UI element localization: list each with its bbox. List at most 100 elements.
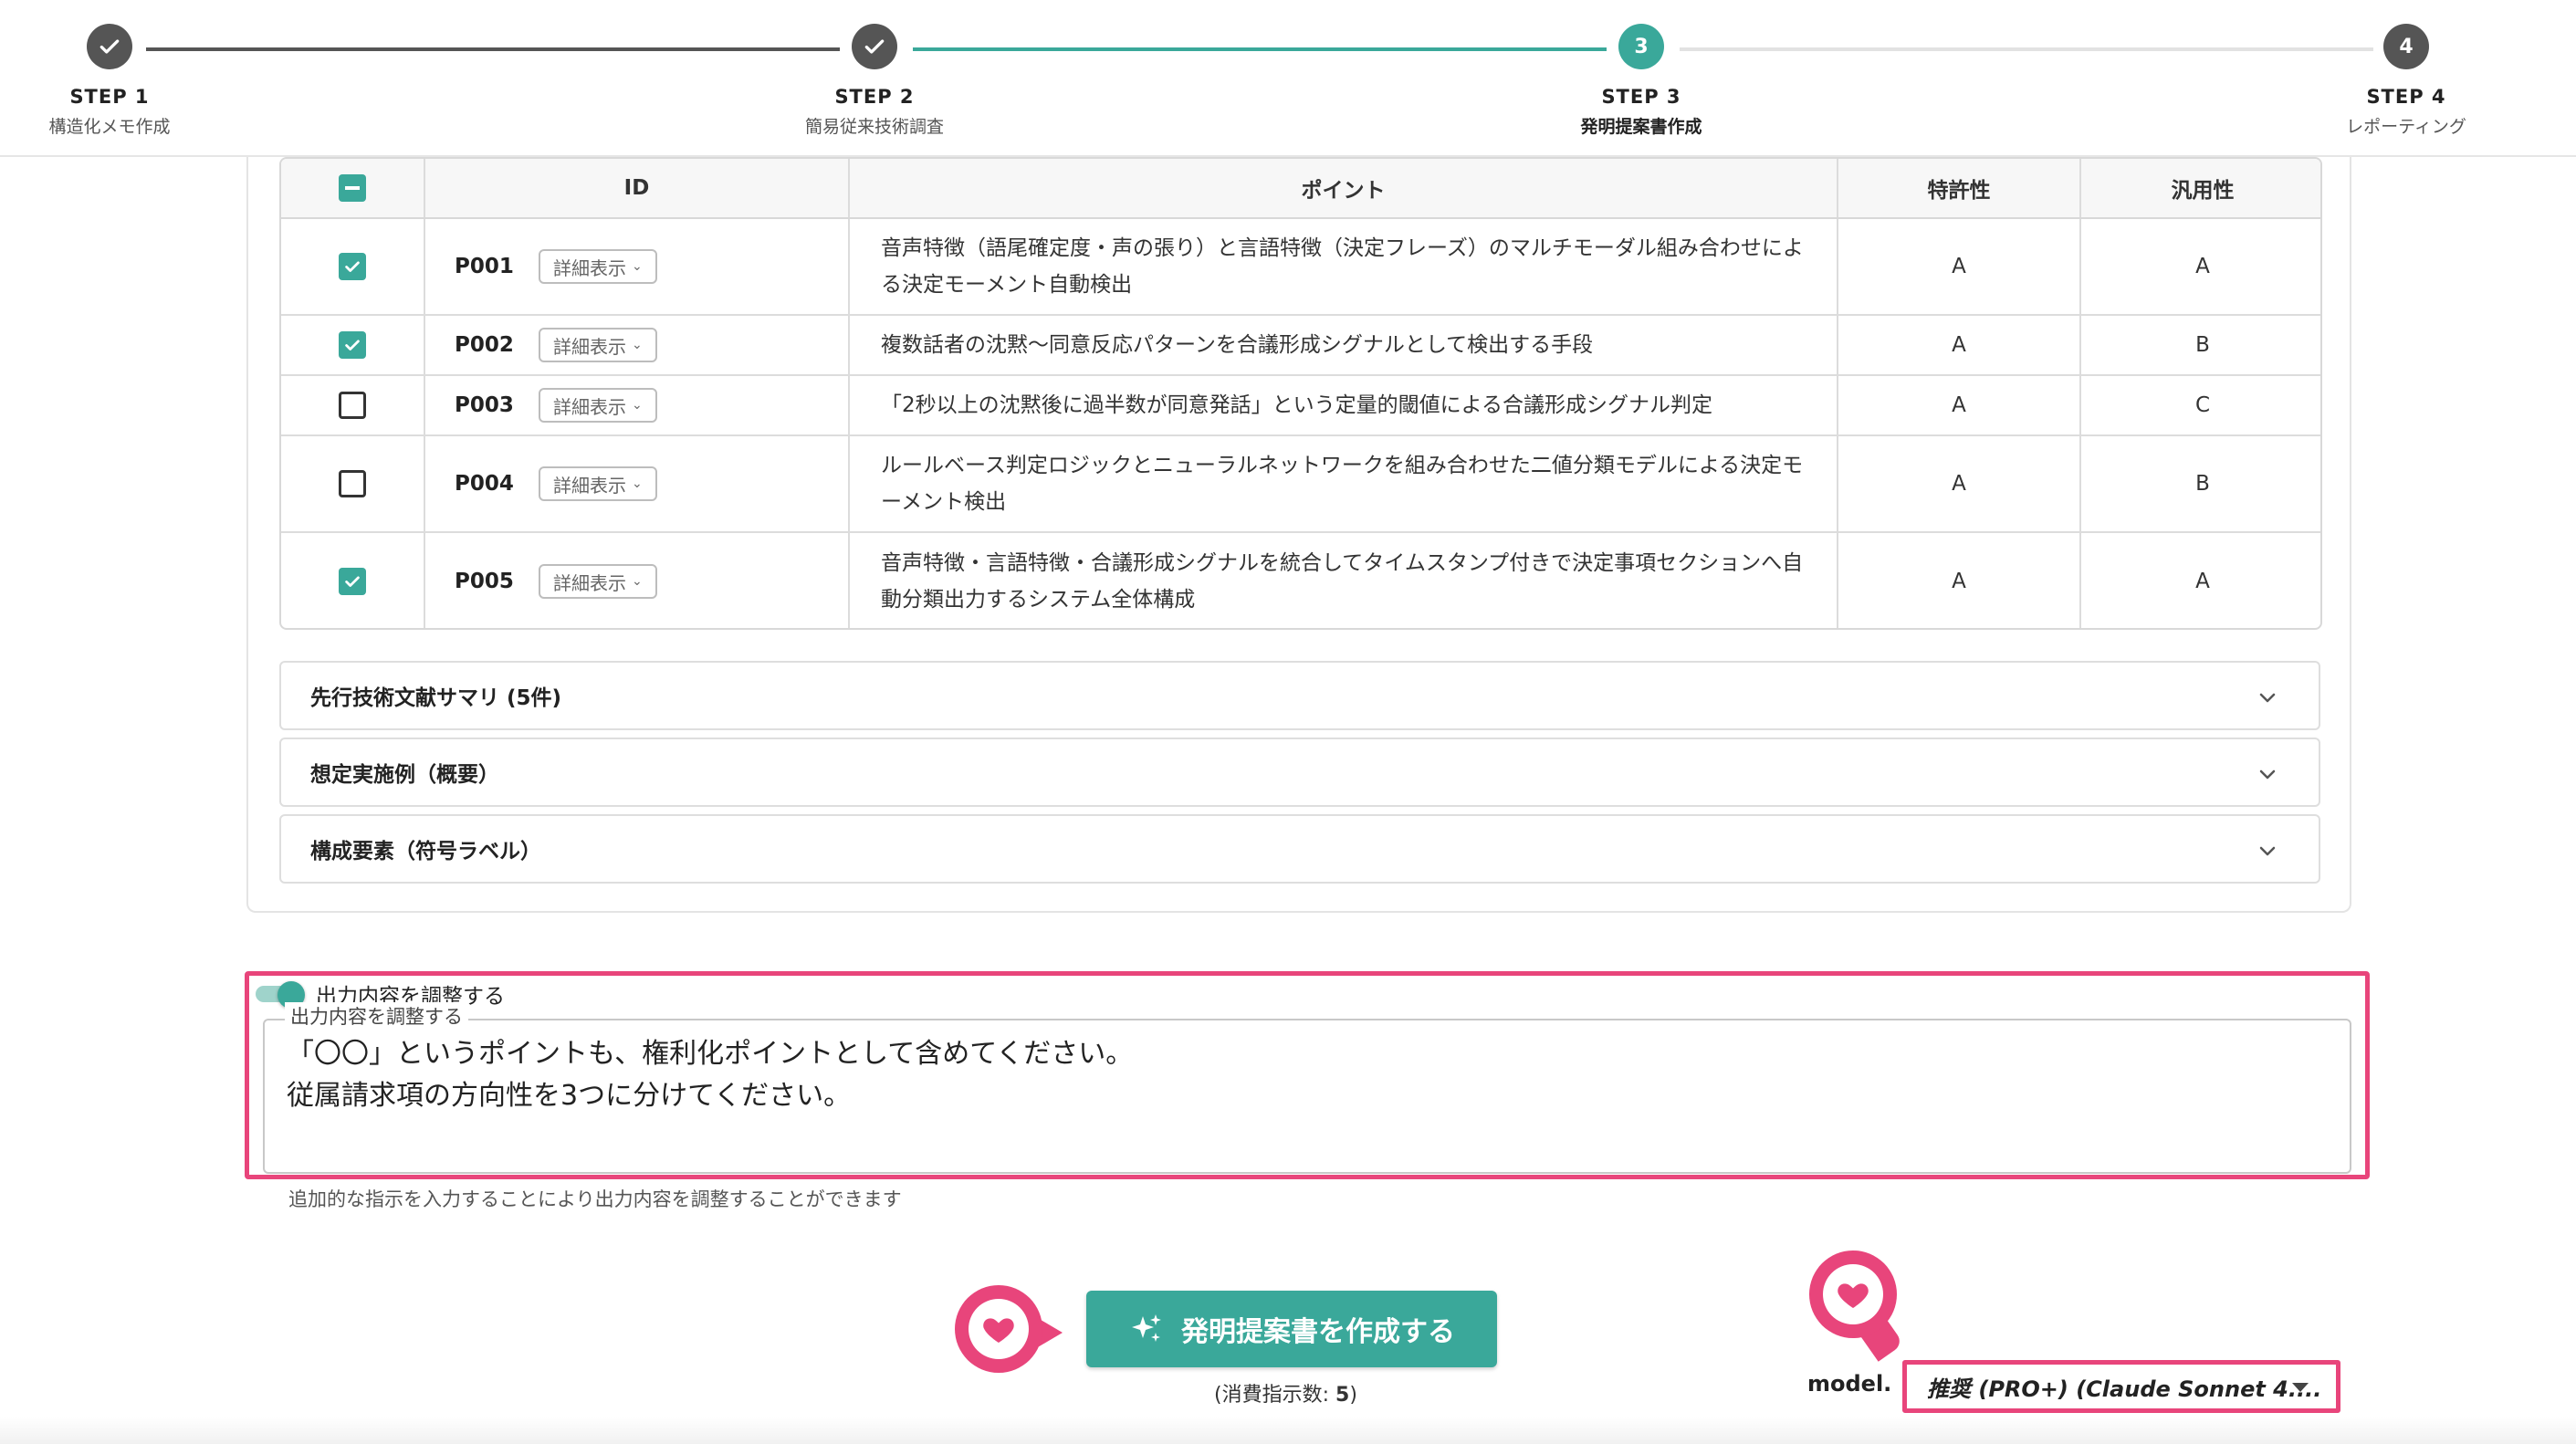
detail-button[interactable]: 詳細表示 ⌄: [539, 466, 657, 501]
points-table: ID ポイント 特許性 汎用性 P001 詳細表示 ⌄ 音声特徴（語尾確定度・声の…: [279, 157, 2322, 630]
generality-cell: B: [2081, 316, 2320, 374]
textarea-label: 出力内容を調整する: [285, 1002, 468, 1030]
point-text: 「2秒以上の沈黙後に過半数が同意発話」という定量的閾値による合議形成シグナル判定: [881, 393, 1712, 417]
point-cell: 「2秒以上の沈黙後に過半数が同意発話」という定量的閾値による合議形成シグナル判定: [850, 376, 1838, 434]
row-select-cell: [281, 376, 425, 434]
accordion-prior-art[interactable]: 先行技術文献サマリ (5件): [279, 661, 2320, 730]
stepper: STEP 1 構造化メモ作成 STEP 2 簡易従来技術調査 3 STEP 3 …: [0, 0, 2576, 157]
header-patentability: 特許性: [1838, 159, 2081, 217]
table-header: ID ポイント 特許性 汎用性: [281, 159, 2320, 219]
row-checkbox[interactable]: [339, 392, 366, 419]
step-1[interactable]: STEP 1 構造化メモ作成: [0, 24, 246, 138]
generality-cell: B: [2081, 436, 2320, 531]
table-row: P004 詳細表示 ⌄ ルールベース判定ロジックとニューラルネットワークを組み合わ…: [281, 436, 2320, 533]
create-proposal-button[interactable]: 発明提案書を作成する: [1086, 1291, 1497, 1367]
step-title: STEP 1: [69, 86, 150, 108]
chevron-down-icon: ⌄: [632, 259, 643, 274]
id-cell: P002 詳細表示 ⌄: [425, 316, 850, 374]
header-select-cell: [281, 159, 425, 217]
detail-button[interactable]: 詳細表示 ⌄: [539, 388, 657, 423]
step-title: STEP 2: [834, 86, 915, 108]
textarea-value[interactable]: 「〇〇」というポイントも、権利化ポイントとして含めてください。 従属請求項の方向…: [287, 1033, 1133, 1117]
model-selected-value: 推奨 (PRO+) (Claude Sonnet 4....: [1927, 1376, 2322, 1402]
patentability-grade: A: [1952, 472, 1966, 496]
id-cell: P004 詳細表示 ⌄: [425, 436, 850, 531]
check-icon: [852, 24, 897, 69]
accordion-embodiments[interactable]: 想定実施例（概要）: [279, 738, 2320, 807]
select-all-checkbox[interactable]: [339, 174, 366, 202]
step-label: レポーティング: [2346, 117, 2466, 137]
patentability-grade: A: [1952, 255, 1966, 278]
check-icon: [87, 24, 132, 69]
detail-label: 詳細表示: [553, 395, 626, 418]
point-text: 音声特徴・言語特徴・合議形成シグナルを統合してタイムスタンプ付きで決定事項セクシ…: [881, 551, 1804, 612]
row-checkbox[interactable]: [339, 568, 366, 595]
generality-grade: B: [2195, 333, 2210, 357]
row-select-cell: [281, 436, 425, 531]
step-4[interactable]: 4 STEP 4 レポーティング: [2269, 24, 2543, 138]
row-select-cell: [281, 316, 425, 374]
step-title: STEP 4: [2366, 86, 2446, 108]
detail-label: 詳細表示: [553, 335, 626, 358]
textarea-line: 従属請求項の方向性を3つに分けてください。: [287, 1080, 852, 1112]
step-label: 発明提案書作成: [1580, 117, 1702, 137]
table-row: P002 詳細表示 ⌄ 複数話者の沈黙〜同意反応パターンを合議形成シグナルとして検…: [281, 316, 2320, 376]
accordion-label: 想定実施例（概要）: [310, 763, 499, 787]
accordion-label: 構成要素（符号ラベル）: [310, 840, 541, 863]
point-text: 複数話者の沈黙〜同意反応パターンを合議形成シグナルとして検出する手段: [881, 333, 1594, 357]
patentability-cell: A: [1838, 533, 2081, 628]
point-text: 音声特徴（語尾確定度・声の張り）と言語特徴（決定フレーズ）のマルチモーダル組み合…: [881, 236, 1804, 297]
table-row: P003 詳細表示 ⌄ 「2秒以上の沈黙後に過半数が同意発話」という定量的閾値によ…: [281, 376, 2320, 436]
create-button-label: 発明提案書を作成する: [1181, 1316, 1455, 1348]
detail-label: 詳細表示: [553, 571, 626, 594]
id-cell: P005 詳細表示 ⌄: [425, 533, 850, 628]
step-number: 3: [1618, 24, 1664, 69]
header-generality: 汎用性: [2171, 179, 2235, 203]
patentability-cell: A: [1838, 219, 2081, 314]
model-label: model.: [1807, 1371, 1892, 1397]
point-id: P001: [455, 255, 514, 278]
detail-label: 詳細表示: [553, 256, 626, 279]
heart-icon: [983, 1318, 1014, 1343]
row-checkbox[interactable]: [339, 331, 366, 359]
chevron-down-icon: [2259, 769, 2276, 780]
patentability-grade: A: [1952, 393, 1966, 417]
generality-cell: A: [2081, 533, 2320, 628]
chevron-down-icon: ⌄: [632, 398, 643, 413]
detail-button[interactable]: 詳細表示 ⌄: [539, 328, 657, 362]
accordion-components[interactable]: 構成要素（符号ラベル）: [279, 814, 2320, 884]
step-connector-1: [146, 47, 840, 51]
detail-label: 詳細表示: [553, 474, 626, 497]
row-select-cell: [281, 219, 425, 314]
generality-cell: A: [2081, 219, 2320, 314]
id-cell: P003 詳細表示 ⌄: [425, 376, 850, 434]
point-cell: 音声特徴・言語特徴・合議形成シグナルを統合してタイムスタンプ付きで決定事項セクシ…: [850, 533, 1838, 628]
patentability-grade: A: [1952, 570, 1966, 593]
row-checkbox[interactable]: [339, 253, 366, 280]
chevron-down-icon: ⌄: [632, 476, 643, 491]
step-2[interactable]: STEP 2 簡易従来技術調査: [738, 24, 1011, 138]
point-id: P002: [455, 333, 514, 357]
point-cell: 音声特徴（語尾確定度・声の張り）と言語特徴（決定フレーズ）のマルチモーダル組み合…: [850, 219, 1838, 314]
detail-button[interactable]: 詳細表示 ⌄: [539, 564, 657, 599]
consume-count-text: (消費指示数: 5): [1214, 1378, 1357, 1407]
detail-button[interactable]: 詳細表示 ⌄: [539, 249, 657, 284]
step-title: STEP 3: [1601, 86, 1681, 108]
point-cell: 複数話者の沈黙〜同意反応パターンを合議形成シグナルとして検出する手段: [850, 316, 1838, 374]
step-3[interactable]: 3 STEP 3 発明提案書作成: [1504, 24, 1778, 138]
chevron-down-icon: ⌄: [632, 574, 643, 589]
model-select[interactable]: 推奨 (PRO+) (Claude Sonnet 4....: [1902, 1360, 2340, 1413]
row-checkbox[interactable]: [339, 470, 366, 497]
generality-grade: C: [2194, 393, 2211, 417]
generality-grade: A: [2195, 255, 2210, 278]
point-id: P003: [455, 393, 514, 417]
heart-marker: [955, 1285, 1063, 1373]
step-number: 4: [2383, 24, 2429, 69]
textarea-line: 「〇〇」というポイントも、権利化ポイントとして含めてください。: [287, 1038, 1134, 1070]
table-row: P001 詳細表示 ⌄ 音声特徴（語尾確定度・声の張り）と言語特徴（決定フレーズ）…: [281, 219, 2320, 316]
patentability-cell: A: [1838, 316, 2081, 374]
patentability-grade: A: [1952, 333, 1966, 357]
header-point: ポイント: [850, 159, 1838, 217]
point-text: ルールベース判定ロジックとニューラルネットワークを組み合わせた二値分類モデルによ…: [881, 454, 1804, 514]
accordion-label: 先行技術文献サマリ (5件): [310, 686, 562, 710]
